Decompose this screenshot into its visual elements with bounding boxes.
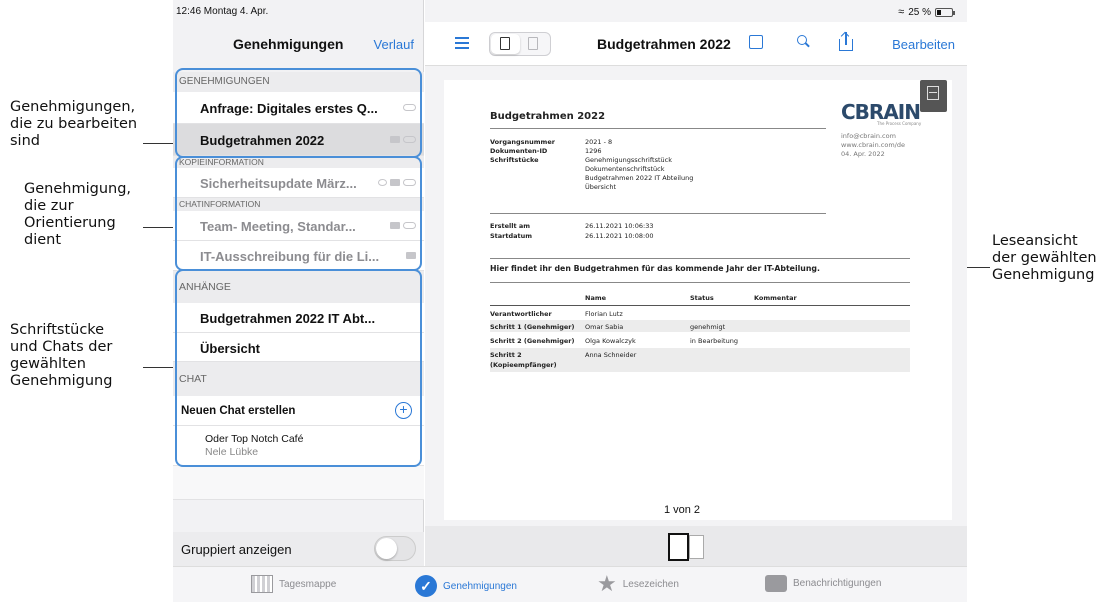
annotation-line [143,367,175,368]
table-cell: Schritt 1 (Genehmiger) [490,323,575,331]
left-panel-title: Genehmigungen [233,36,344,52]
group-toggle-switch[interactable] [374,536,416,561]
table-rule [490,305,910,306]
table-header: Kommentar [754,294,797,302]
tab-lesezeichen[interactable]: ★ Lesezeichen [597,571,679,596]
battery-percent: 25 % [908,6,931,18]
doc-key: Schriftstücke [490,156,539,164]
left-nav-bar: Genehmigungen Verlauf [173,22,424,66]
table-cell: Florian Lutz [585,310,623,318]
doc-rule [490,258,910,259]
table-header: Status [690,294,714,302]
doc-rule [490,213,826,214]
checkmark-badge-icon: ✓ [415,575,437,597]
edit-note-icon[interactable] [749,35,763,49]
share-icon[interactable] [839,31,855,52]
doc-intro: Hier findet ihr den Budgetrahmen für das… [490,264,820,273]
doc-value: Übersicht [585,183,616,191]
cbrain-logo: CBRAIN The Process Company [841,100,922,126]
thumbnail-strip [425,526,967,566]
pdf-outline-button[interactable] [920,80,947,112]
doc-key: Dokumenten-ID [490,147,548,155]
group-toggle-label: Gruppiert anzeigen [181,542,292,557]
doc-key: Erstellt am [490,222,531,230]
empty-row [173,466,424,500]
doc-value: 2021 - 8 [585,138,613,146]
doc-value: Budgetrahmen 2022 IT Abteilung [585,174,694,182]
annotation-line [143,143,175,144]
star-icon: ★ [597,571,617,596]
chat-bubble-icon [765,575,787,592]
annotation-line [143,227,175,228]
table-cell: Verantwortlicher [490,310,552,318]
table-cell: Omar Sabia [585,323,624,331]
annotation-documents-and-chats: Schriftstücke und Chats der gewählten Ge… [10,322,113,389]
highlight-box-orientation [175,156,422,271]
tab-label: Tagesmappe [279,578,337,590]
tab-genehmigungen[interactable]: ✓ Genehmigungen [415,575,517,597]
table-cell: Schritt 2 (Genehmiger) [490,337,575,345]
annotation-approvals-to-process: Genehmigungen, die zu bearbeiten sind [10,99,138,149]
view-mode-segmented-control[interactable] [489,32,551,56]
page-thumbnail-1[interactable] [668,533,689,561]
highlight-box-attachments-chat [175,269,422,467]
doc-contact-email: info@cbrain.com [841,132,896,140]
document-view-icon[interactable] [491,34,520,54]
right-nav-bar: Budgetrahmen 2022 Bearbeiten [425,22,967,66]
table-cell: Olga Kowalczyk [585,337,636,345]
highlight-box-approvals [175,68,422,158]
table-cell: genehmigt [690,323,726,331]
doc-heading: Budgetrahmen 2022 [490,111,606,122]
doc-rule [490,128,826,129]
menu-icon[interactable] [455,37,469,49]
document-title: Budgetrahmen 2022 [597,36,731,52]
group-toggle-row: Gruppiert anzeigen [173,532,424,566]
table-cell: Anna Schneider [585,351,637,359]
doc-value: 26.11.2021 10:06:33 [585,222,654,230]
page-indicator: 1 von 2 [651,500,713,520]
page-thumbnail-2[interactable] [689,535,704,559]
tab-benachrichtigungen[interactable]: Benachrichtigungen [765,575,881,592]
doc-contact-web: www.cbrain.com/de [841,141,905,149]
tab-tagesmappe[interactable]: Tagesmappe [251,575,336,593]
tab-label: Lesezeichen [622,578,679,590]
table-header: Name [585,294,607,302]
edit-button[interactable]: Bearbeiten [892,37,955,52]
history-link[interactable]: Verlauf [374,37,414,52]
doc-value: 1296 [585,147,602,155]
wifi-icon: ≈ [898,6,905,18]
doc-value: Dokumentenschriftstück [585,165,665,173]
table-cell: Schritt 2 [490,351,522,359]
left-panel: Genehmigungen Verlauf GENEHMIGUNGEN Anfr… [173,0,424,602]
doc-value: 26.11.2021 10:08:00 [585,232,654,240]
calendar-icon [251,575,273,593]
tab-bar: Tagesmappe ✓ Genehmigungen ★ Lesezeichen… [173,566,967,602]
table-cell: in Bearbeitung [690,337,738,345]
battery-icon [935,7,955,17]
annotation-orientation-approval: Genehmigung, die zur Orientierung dient [24,181,132,248]
status-time: 12:46 Montag 4. Apr. [176,6,269,17]
status-bar: 12:46 Montag 4. Apr. ≈ 25 % [173,0,967,22]
doc-value: Genehmigungsschriftstück [585,156,672,164]
annotate-view-icon[interactable] [528,37,538,50]
ipad-screen: Genehmigungen Verlauf GENEHMIGUNGEN Anfr… [173,0,967,602]
right-panel: Budgetrahmen 2022 Bearbeiten Budgetrahme… [425,0,967,602]
document-page: Budgetrahmen 2022 CBRAIN The Process Com… [444,80,952,520]
doc-date: 04. Apr. 2022 [841,150,885,158]
doc-key: Startdatum [490,232,533,240]
doc-rule [490,282,910,283]
annotation-reading-view: Leseansicht der gewählten Genehmigung [992,233,1097,283]
tab-label: Genehmigungen [443,580,517,592]
table-cell: (Kopieempfänger) [490,361,557,369]
search-icon[interactable] [797,35,810,48]
tab-label: Benachrichtigungen [793,578,882,589]
doc-key: Vorgangsnummer [490,138,555,146]
